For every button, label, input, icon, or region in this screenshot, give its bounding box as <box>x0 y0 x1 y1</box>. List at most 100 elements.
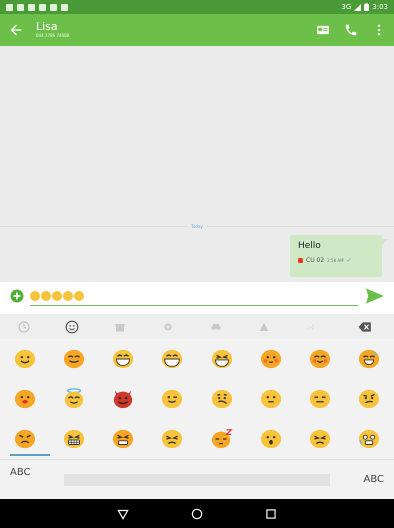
confused-face-icon <box>359 389 380 409</box>
battery-icon <box>364 3 370 11</box>
draft-emoji-icon <box>74 290 84 301</box>
emoji-key[interactable] <box>49 379 98 419</box>
emoticon-icon: :-) <box>308 324 315 331</box>
arrow-left-icon[interactable] <box>8 22 24 38</box>
emoji-key[interactable] <box>296 339 345 379</box>
persevering-face-icon <box>113 429 134 449</box>
emoji-key[interactable] <box>197 339 246 379</box>
compose-bar <box>0 282 394 310</box>
emoji-grid <box>0 339 394 459</box>
notification-icon <box>39 3 46 11</box>
emoji-key[interactable] <box>296 419 345 459</box>
contact-number: 044 3786 74608 <box>36 33 70 38</box>
emoji-key[interactable] <box>197 379 246 419</box>
emoji-key[interactable] <box>0 419 49 459</box>
big-grin-icon <box>162 349 183 369</box>
message-time: 2:58 AM <box>327 258 344 263</box>
backspace-icon <box>358 321 371 332</box>
emoji-key[interactable] <box>345 379 394 419</box>
delete-button[interactable] <box>336 314 394 339</box>
tab-symbols[interactable] <box>240 314 288 339</box>
happy-blush-icon <box>310 349 331 369</box>
draft-emoji-icon <box>52 290 62 301</box>
laughing-face-icon <box>211 349 232 369</box>
tab-places[interactable] <box>192 314 240 339</box>
date-label: Today <box>191 223 203 229</box>
emoji-key[interactable] <box>49 419 98 459</box>
emoji-key[interactable] <box>49 339 98 379</box>
tab-recent[interactable] <box>0 314 48 339</box>
emoji-key[interactable] <box>345 339 394 379</box>
message-input[interactable] <box>30 286 358 306</box>
emoji-key[interactable] <box>197 419 246 459</box>
tab-smileys[interactable] <box>48 314 96 339</box>
tongue-face-icon <box>211 389 232 409</box>
smiling-eyes-icon <box>63 349 84 369</box>
neutral-face-icon <box>260 389 281 409</box>
status-bar: 3G 3:03 <box>0 0 394 14</box>
emoji-key[interactable] <box>99 339 148 379</box>
wink-face-icon <box>162 389 183 409</box>
kissing-face-icon <box>14 389 35 409</box>
emoji-key[interactable] <box>148 419 197 459</box>
sweat-smile-icon <box>359 349 380 369</box>
app-bar: Lisa 044 3786 74608 <box>0 14 394 46</box>
emoji-key[interactable] <box>99 419 148 459</box>
space-bar[interactable] <box>64 473 330 486</box>
blushing-face-icon <box>260 349 281 369</box>
home-nav-icon[interactable] <box>190 507 204 521</box>
signal-icon <box>354 3 362 11</box>
emoji-key[interactable] <box>345 419 394 459</box>
emoji-key[interactable] <box>246 339 295 379</box>
grimacing-face-icon <box>63 429 84 449</box>
clock-icon <box>18 321 30 332</box>
smiley-icon <box>65 320 79 333</box>
tired-face-icon <box>162 429 183 449</box>
tab-nature[interactable] <box>144 314 192 339</box>
conversation-title[interactable]: Lisa 044 3786 74608 <box>36 21 316 39</box>
contact-card-icon[interactable] <box>316 23 330 37</box>
emoji-key[interactable] <box>99 379 148 419</box>
message-bubble[interactable]: Hello CU 02 2:58 AM ✓ <box>290 235 388 277</box>
notification-icon <box>50 3 57 11</box>
tab-objects[interactable] <box>96 314 144 339</box>
expressionless-face-icon <box>310 389 331 409</box>
draft-emoji-icon <box>41 290 51 301</box>
sim-label: CU 02 <box>306 257 325 264</box>
car-icon <box>211 323 221 329</box>
flower-icon <box>164 323 172 330</box>
sleeping-face-icon <box>211 429 233 449</box>
phone-icon[interactable] <box>344 23 358 37</box>
notification-icon <box>61 3 68 11</box>
emoji-key[interactable] <box>296 379 345 419</box>
draft-emoji-icon <box>30 290 40 301</box>
network-type: 3G <box>341 3 352 11</box>
sim-icon <box>298 258 303 263</box>
contact-name: Lisa <box>36 20 58 33</box>
navigation-bar <box>0 499 394 528</box>
send-icon[interactable] <box>366 288 384 304</box>
emoji-key[interactable] <box>148 339 197 379</box>
emoji-key[interactable] <box>0 339 49 379</box>
draft-emoji-icon <box>63 290 73 301</box>
emoji-key[interactable] <box>148 379 197 419</box>
abc-key-right[interactable]: ABC <box>344 474 384 485</box>
emoji-key[interactable] <box>246 379 295 419</box>
conversation-view[interactable]: Today Hello CU 02 2:58 AM ✓ <box>0 46 394 282</box>
overflow-menu-icon[interactable] <box>372 23 386 37</box>
smiling-face-icon <box>14 349 35 369</box>
emoji-key[interactable] <box>246 419 295 459</box>
abc-key-left[interactable]: ABC <box>10 454 50 492</box>
notification-icon <box>6 3 13 11</box>
notification-icon <box>28 3 35 11</box>
frowning-face-icon <box>310 429 331 449</box>
check-icon: ✓ <box>346 257 352 264</box>
back-nav-icon[interactable] <box>116 507 130 521</box>
emoji-category-tabs: :-) <box>0 314 394 339</box>
add-circle-icon[interactable] <box>10 289 24 303</box>
system-status: 3G 3:03 <box>341 3 388 11</box>
triangle-icon <box>259 322 269 331</box>
tab-emoticons[interactable]: :-) <box>288 314 336 339</box>
recents-nav-icon[interactable] <box>264 507 278 521</box>
emoji-key[interactable] <box>0 379 49 419</box>
